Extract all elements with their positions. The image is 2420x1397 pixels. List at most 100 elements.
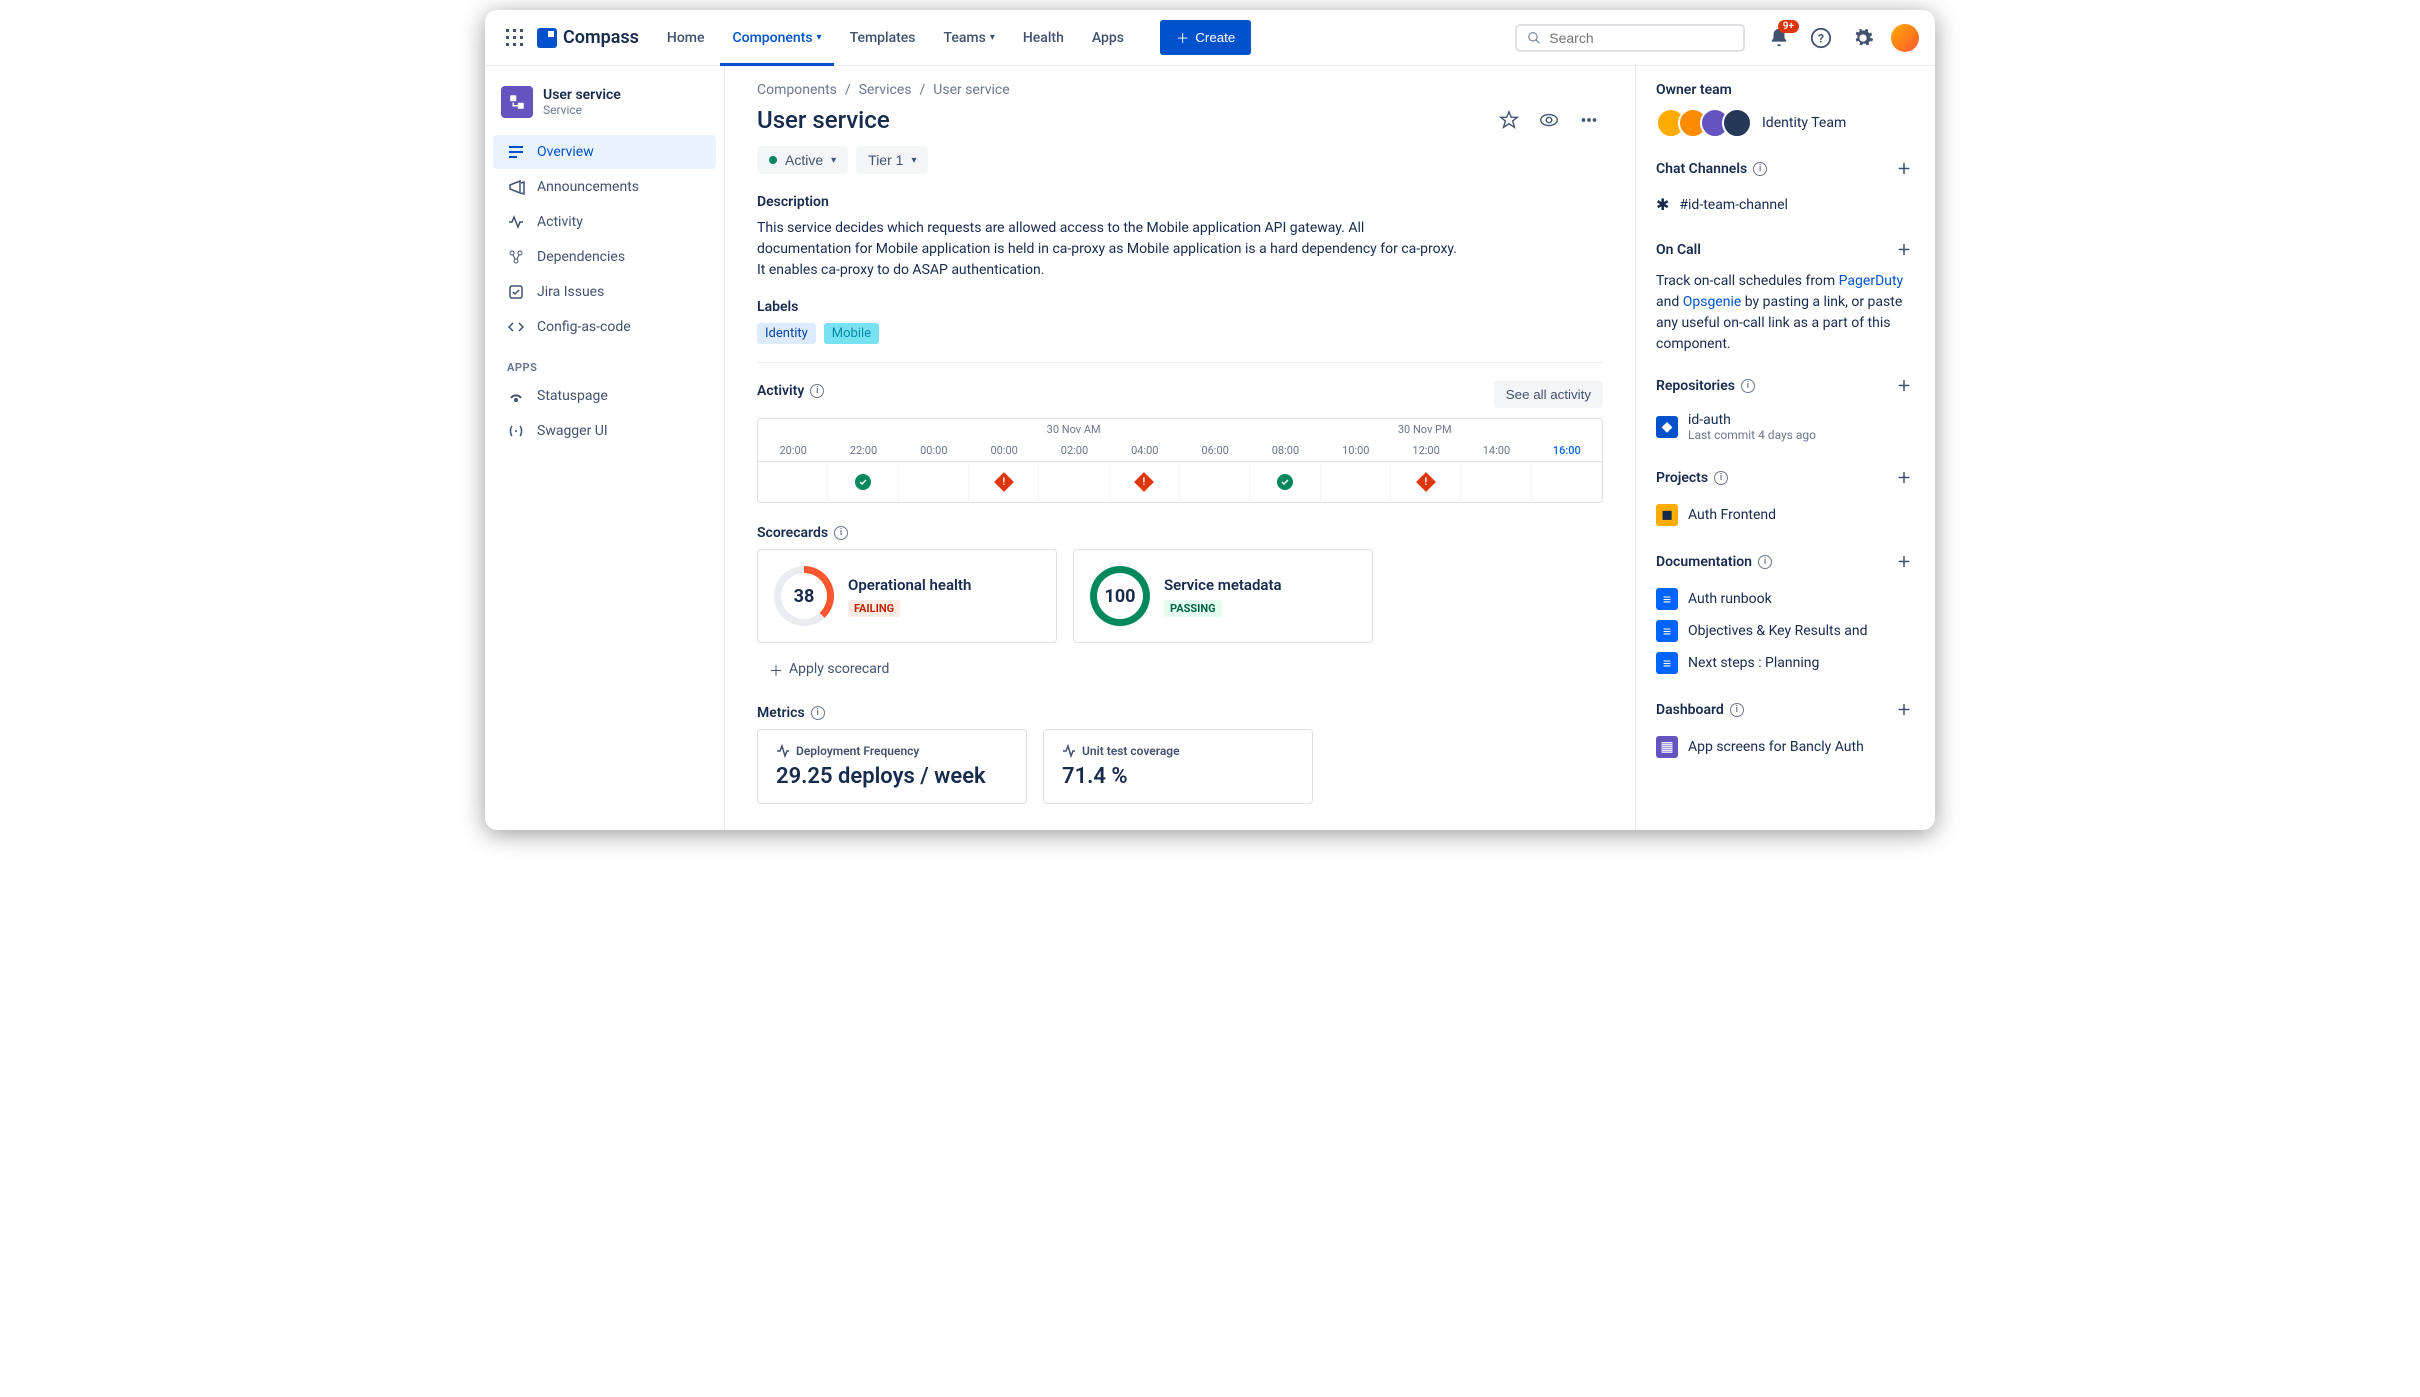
compass-logo-icon [537, 28, 557, 48]
repo-item[interactable]: ◆ id-auth Last commit 4 days ago [1656, 407, 1915, 447]
apply-scorecard-button[interactable]: ＋Apply scorecard [757, 655, 1603, 687]
create-button[interactable]: ＋ Create [1160, 20, 1251, 55]
project-name: Auth Frontend [1688, 507, 1776, 523]
notif-badge: 9+ [1778, 20, 1799, 33]
sidebar-item-swagger[interactable]: Swagger UI [493, 414, 716, 448]
add-repo-button[interactable]: ＋ [1893, 375, 1915, 397]
search-box[interactable] [1515, 24, 1745, 52]
opsgenie-link[interactable]: Opsgenie [1683, 294, 1742, 310]
error-event-icon[interactable]: ! [994, 472, 1014, 492]
breadcrumb-item[interactable]: Components [757, 82, 837, 98]
owner-team[interactable]: Identity Team [1656, 108, 1915, 138]
info-icon[interactable]: i [834, 526, 848, 540]
dashboard-item[interactable]: ▦ App screens for Bancly Auth [1656, 731, 1915, 763]
sidebar-item-dependencies[interactable]: Dependencies [493, 240, 716, 274]
timeline-hour: 16:00 [1532, 440, 1602, 461]
tier-dropdown[interactable]: Tier 1▾ [856, 146, 928, 174]
nav-components[interactable]: Components▾ [720, 22, 833, 54]
sidebar-item-statuspage[interactable]: Statuspage [493, 379, 716, 413]
status-dropdown[interactable]: Active▾ [757, 146, 848, 174]
timeline-cell [1461, 462, 1531, 502]
timeline-cell: ! [1110, 462, 1180, 502]
watch-icon[interactable] [1535, 106, 1563, 134]
info-icon[interactable]: i [1730, 703, 1744, 717]
success-event-icon[interactable] [855, 474, 871, 490]
dashboard-heading: Dashboard [1656, 702, 1724, 718]
scorecard-status: PASSING [1164, 600, 1222, 617]
sidebar-item-label: Swagger UI [537, 423, 608, 439]
add-oncall-button[interactable]: ＋ [1893, 239, 1915, 261]
doc-name: Next steps : Planning [1688, 655, 1819, 671]
nav-apps[interactable]: Apps [1080, 22, 1136, 54]
sidebar-subtitle: Service [543, 103, 621, 117]
sidebar-item-overview[interactable]: Overview [493, 135, 716, 169]
see-all-activity-button[interactable]: See all activity [1494, 381, 1603, 408]
chat-channel-item[interactable]: ✱ #id-team-channel [1656, 190, 1915, 219]
sidebar-item-announcements[interactable]: Announcements [493, 170, 716, 204]
overview-icon [507, 143, 525, 161]
breadcrumb-item: User service [933, 82, 1009, 98]
info-icon[interactable]: i [1714, 471, 1728, 485]
doc-item[interactable]: ≡Auth runbook [1656, 583, 1915, 615]
error-event-icon[interactable]: ! [1416, 472, 1436, 492]
app-switcher-icon[interactable] [501, 24, 529, 52]
sidebar-item-config[interactable]: Config-as-code [493, 310, 716, 344]
scorecard[interactable]: 100 Service metadata PASSING [1073, 549, 1373, 643]
owner-team-heading: Owner team [1656, 82, 1732, 98]
doc-icon: ≡ [1656, 620, 1678, 642]
notifications-icon[interactable]: 9+ [1765, 24, 1793, 52]
nav-health[interactable]: Health [1011, 22, 1076, 54]
project-icon: ◼ [1656, 504, 1678, 526]
user-avatar[interactable] [1891, 24, 1919, 52]
label-chip[interactable]: Mobile [824, 323, 879, 344]
sidebar-item-label: Statuspage [537, 388, 608, 404]
statuspage-icon [507, 387, 525, 405]
label-chip[interactable]: Identity [757, 323, 816, 344]
breadcrumb-item[interactable]: Services [859, 82, 912, 98]
help-icon[interactable]: ? [1807, 24, 1835, 52]
metric-card[interactable]: Deployment Frequency 29.25 deploys / wee… [757, 729, 1027, 804]
page-title: User service [757, 106, 890, 134]
component-type-icon [501, 86, 533, 118]
timeline-hour: 00:00 [899, 440, 969, 461]
nav-templates[interactable]: Templates [838, 22, 928, 54]
doc-item[interactable]: ≡Objectives & Key Results and [1656, 615, 1915, 647]
success-event-icon[interactable] [1277, 474, 1293, 490]
sidebar-item-label: Overview [537, 144, 594, 160]
info-icon[interactable]: i [1741, 379, 1755, 393]
chevron-down-icon: ▾ [817, 32, 822, 43]
add-dashboard-button[interactable]: ＋ [1893, 699, 1915, 721]
dashboard-icon: ▦ [1656, 736, 1678, 758]
product-logo[interactable]: Compass [537, 27, 639, 48]
project-item[interactable]: ◼ Auth Frontend [1656, 499, 1915, 531]
repo-meta: Last commit 4 days ago [1688, 428, 1816, 442]
team-name: Identity Team [1762, 115, 1846, 131]
star-icon[interactable] [1495, 106, 1523, 134]
add-doc-button[interactable]: ＋ [1893, 551, 1915, 573]
doc-item[interactable]: ≡Next steps : Planning [1656, 647, 1915, 679]
add-project-button[interactable]: ＋ [1893, 467, 1915, 489]
nav-home[interactable]: Home [655, 22, 717, 54]
pagerduty-link[interactable]: PagerDuty [1839, 273, 1904, 289]
metric-card[interactable]: Unit test coverage 71.4 % [1043, 729, 1313, 804]
sidebar-item-activity[interactable]: Activity [493, 205, 716, 239]
timeline-hour: 14:00 [1461, 440, 1531, 461]
timeline-hour: 12:00 [1391, 440, 1461, 461]
tier-label: Tier 1 [868, 152, 903, 168]
search-input[interactable] [1549, 30, 1733, 46]
more-icon[interactable] [1575, 106, 1603, 134]
add-chat-button[interactable]: ＋ [1893, 158, 1915, 180]
timeline-cell: ! [1391, 462, 1461, 502]
info-icon[interactable]: i [1758, 555, 1772, 569]
info-icon[interactable]: i [1753, 162, 1767, 176]
dashboard-name: App screens for Bancly Auth [1688, 739, 1864, 755]
scorecard[interactable]: 38 Operational health FAILING [757, 549, 1057, 643]
settings-icon[interactable] [1849, 24, 1877, 52]
timeline-cell [1180, 462, 1250, 502]
timeline-cell [1039, 462, 1109, 502]
info-icon[interactable]: i [811, 706, 825, 720]
nav-teams[interactable]: Teams▾ [932, 22, 1007, 54]
sidebar-item-jira[interactable]: Jira Issues [493, 275, 716, 309]
info-icon[interactable]: i [810, 384, 824, 398]
error-event-icon[interactable]: ! [1134, 472, 1154, 492]
